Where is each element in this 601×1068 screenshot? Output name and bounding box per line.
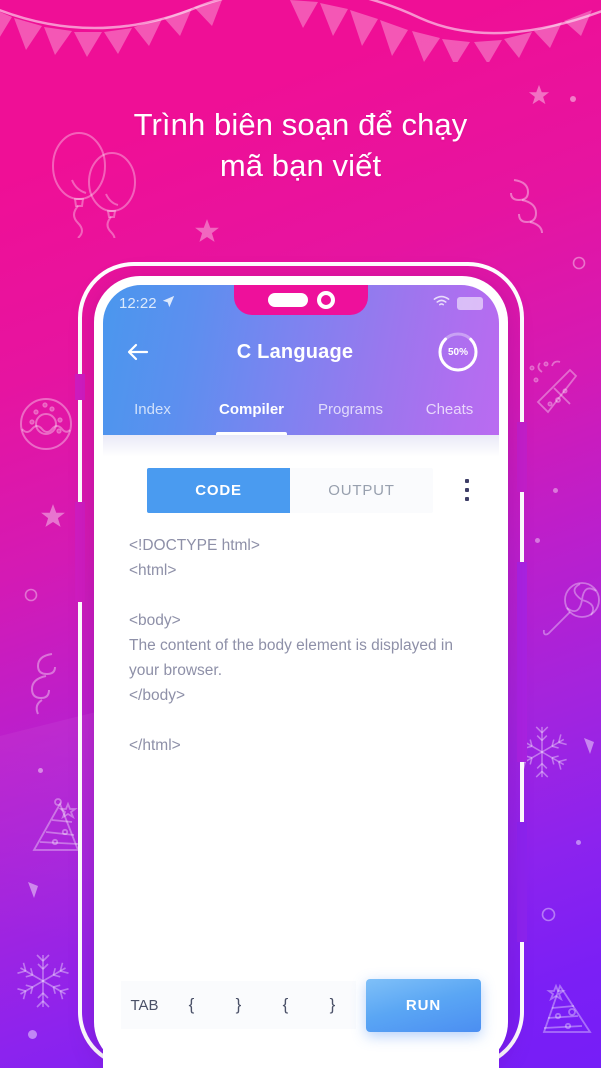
course-progress-ring[interactable]: 50% bbox=[437, 331, 479, 373]
phone-mockup: 12:22 C Language 50% Index Compiler Prog… bbox=[75, 262, 527, 1068]
progress-label: 50% bbox=[447, 346, 468, 358]
key-tab[interactable]: TAB bbox=[121, 997, 168, 1014]
app-bar-title: C Language bbox=[236, 340, 354, 363]
earpiece-speaker-icon bbox=[267, 293, 308, 307]
wifi-icon bbox=[433, 295, 450, 312]
bunting-banner bbox=[0, 0, 601, 66]
page-title: Trình biên soạn để chạy mã bạn viết bbox=[0, 104, 601, 186]
outline-gap bbox=[517, 822, 527, 942]
headline-line-1: Trình biên soạn để chạy bbox=[133, 107, 468, 142]
outline-gap bbox=[517, 562, 527, 762]
kebab-menu-icon[interactable] bbox=[453, 470, 481, 510]
editor-keyboard-bar: TAB { } { } RUN bbox=[121, 978, 481, 1032]
tab-programs[interactable]: Programs bbox=[301, 383, 400, 435]
key-brace-open-2[interactable]: { bbox=[262, 995, 309, 1015]
segmented-control-row: CODE OUTPUT bbox=[103, 457, 499, 523]
status-time: 12:22 bbox=[119, 294, 157, 312]
back-button[interactable] bbox=[123, 337, 153, 367]
run-button[interactable]: RUN bbox=[366, 978, 481, 1032]
kebab-dot bbox=[465, 497, 469, 501]
outline-gap bbox=[75, 502, 85, 602]
outline-gap bbox=[75, 374, 85, 400]
key-brace-open[interactable]: { bbox=[168, 995, 215, 1015]
key-brace-close-2[interactable]: } bbox=[309, 995, 356, 1015]
tab-index[interactable]: Index bbox=[103, 383, 202, 435]
tab-compiler[interactable]: Compiler bbox=[202, 383, 301, 435]
app-bar: C Language 50% bbox=[103, 321, 499, 383]
phone-screen: 12:22 C Language 50% Index Compiler Prog… bbox=[103, 285, 499, 1068]
key-brace-close[interactable]: } bbox=[215, 995, 262, 1015]
battery-icon bbox=[457, 296, 483, 310]
segmented-control: CODE OUTPUT bbox=[147, 467, 433, 513]
content-sheet: CODE OUTPUT <!DOCTYPE html> <html> <body… bbox=[103, 435, 499, 1068]
location-arrow-icon bbox=[162, 295, 175, 312]
segment-code[interactable]: CODE bbox=[147, 467, 290, 513]
headline-line-2: mã bạn viết bbox=[219, 148, 382, 184]
tab-bar: Index Compiler Programs Cheats bbox=[103, 383, 499, 435]
kebab-dot bbox=[465, 479, 469, 483]
kebab-dot bbox=[465, 488, 469, 492]
phone-body: 12:22 C Language 50% Index Compiler Prog… bbox=[94, 276, 508, 1068]
front-camera-icon bbox=[316, 291, 335, 309]
outline-gap bbox=[517, 422, 527, 492]
tab-cheats[interactable]: Cheats bbox=[400, 383, 499, 435]
phone-notch bbox=[234, 285, 368, 315]
segment-output[interactable]: OUTPUT bbox=[290, 467, 433, 513]
sheet-top-fade bbox=[103, 435, 499, 457]
symbol-keys: TAB { } { } bbox=[121, 981, 356, 1029]
code-editor[interactable]: <!DOCTYPE html> <html> <body> The conten… bbox=[129, 533, 481, 758]
